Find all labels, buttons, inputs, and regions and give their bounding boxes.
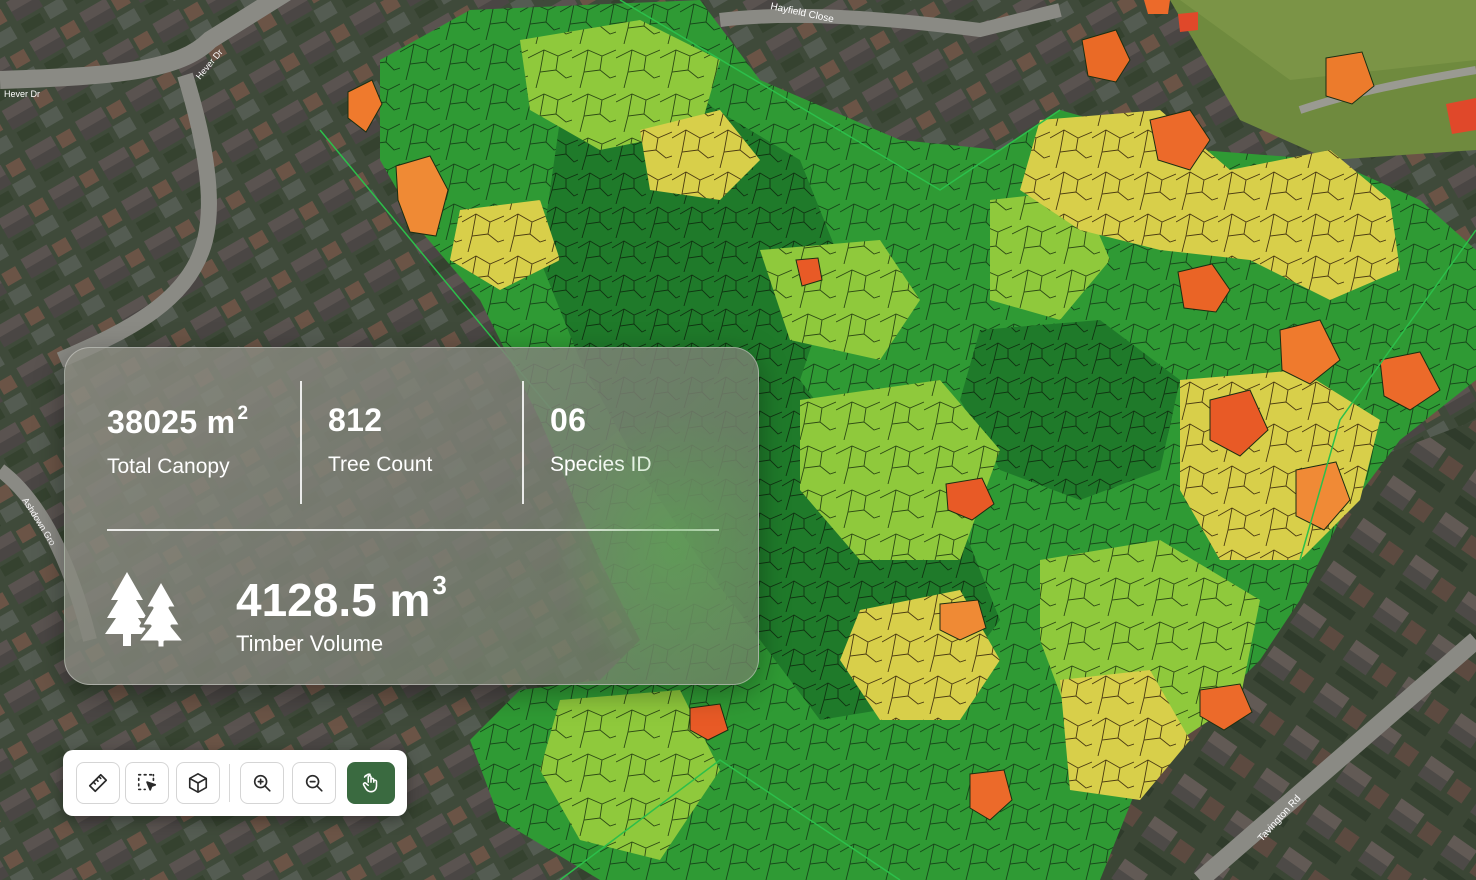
street-label: Hever Dr	[4, 89, 40, 99]
zoom-out-icon	[305, 774, 323, 792]
tree-count-value: 812	[328, 402, 383, 438]
tree-count-stat: 812 Tree Count	[328, 404, 432, 475]
species-id-value: 06	[550, 402, 587, 438]
timber-volume-label: Timber Volume	[236, 631, 384, 656]
panel-divider	[107, 529, 719, 531]
pan-tool-button[interactable]	[347, 762, 395, 804]
tree-count-label: Tree Count	[328, 453, 433, 476]
map-toolbar	[63, 750, 407, 816]
select-cursor-icon	[137, 773, 157, 791]
hand-icon	[362, 773, 378, 793]
3d-view-tool-button[interactable]	[176, 762, 220, 804]
canopy-stats-panel: 38025 m2 Total Canopy 812 Tree Count 06 …	[64, 347, 759, 685]
timber-volume-stat: 4128.5 m3 Timber Volume	[236, 572, 447, 655]
ruler-icon	[88, 773, 108, 793]
select-area-tool-button[interactable]	[125, 762, 169, 804]
total-canopy-stat: 38025 m2 Total Canopy	[107, 404, 248, 477]
total-canopy-label: Total Canopy	[107, 455, 230, 478]
zoom-in-icon	[253, 774, 271, 792]
stat-divider	[300, 381, 302, 504]
cube-icon	[188, 773, 208, 793]
total-canopy-value: 38025 m2	[107, 403, 249, 440]
timber-volume-value: 4128.5 m3	[236, 570, 447, 626]
toolbar-separator	[229, 764, 230, 802]
measure-tool-button[interactable]	[76, 762, 120, 804]
stat-divider	[522, 381, 524, 504]
zoom-out-button[interactable]	[292, 762, 336, 804]
species-id-stat: 06 Species ID	[550, 404, 652, 475]
zoom-in-button[interactable]	[240, 762, 284, 804]
species-id-label: Species ID	[550, 453, 652, 476]
trees-icon	[105, 572, 187, 648]
